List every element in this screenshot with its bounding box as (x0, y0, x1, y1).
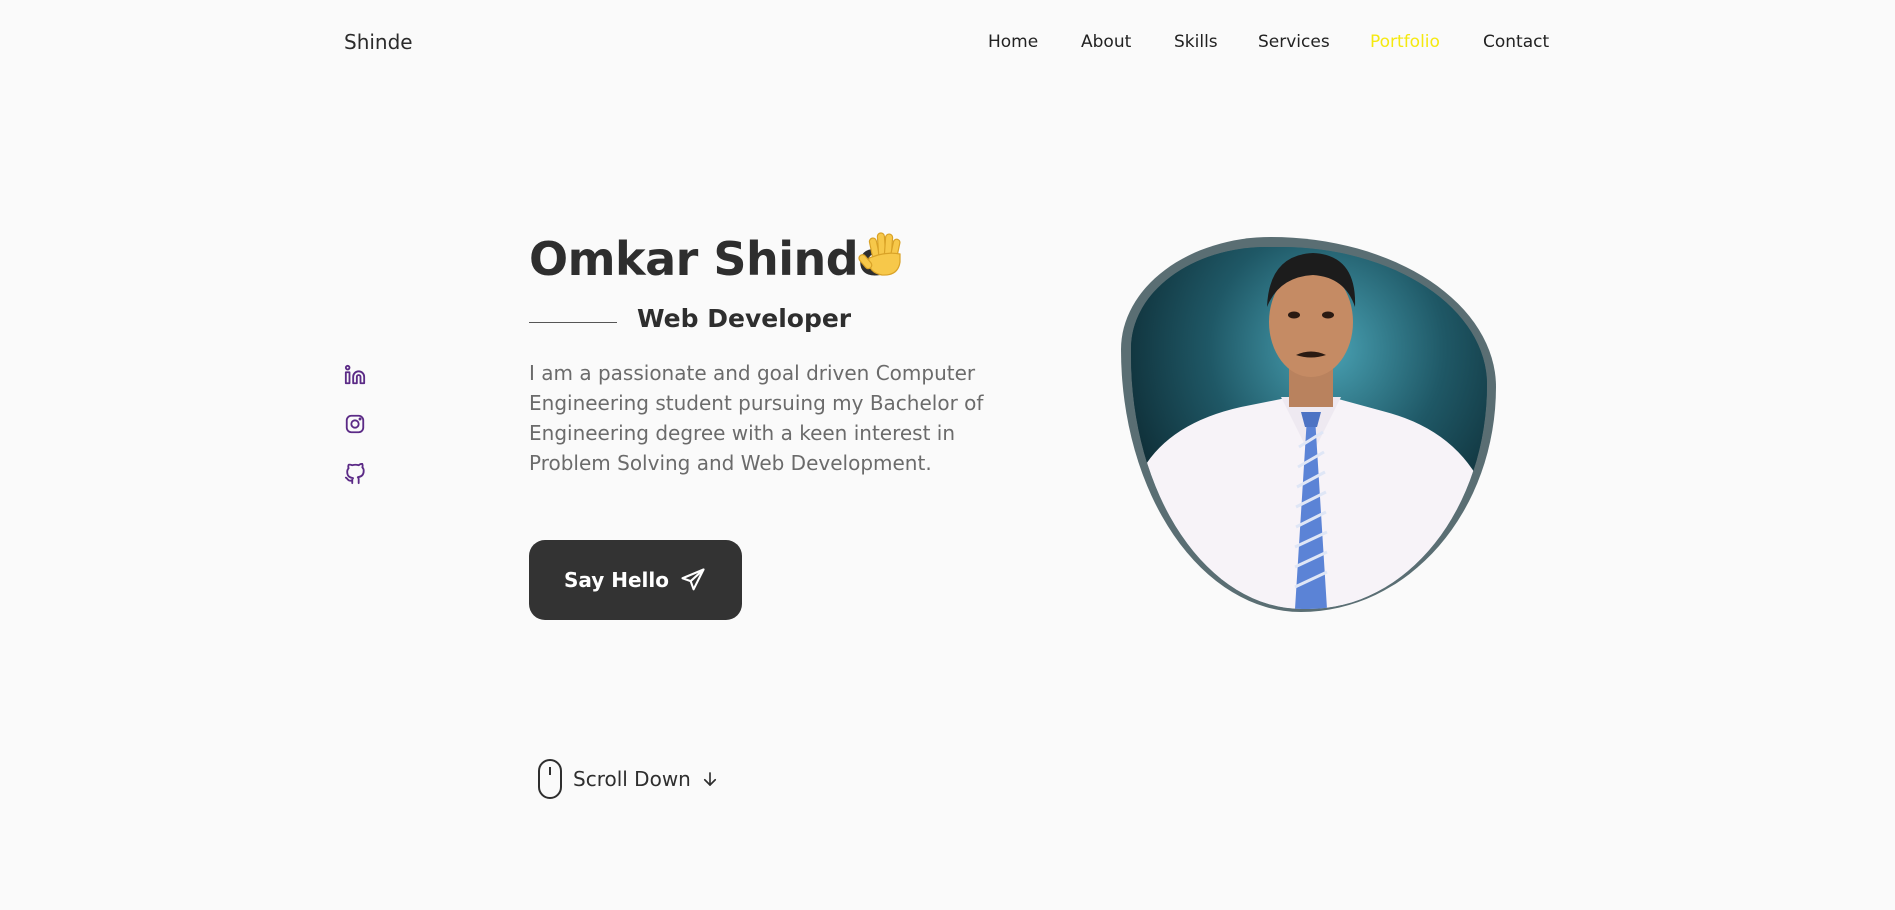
nav-contact[interactable]: Contact (1483, 32, 1549, 52)
hero-role: Web Developer (637, 304, 852, 333)
scroll-down-link[interactable]: Scroll Down (537, 759, 719, 799)
say-hello-button[interactable]: Say Hello (529, 540, 742, 620)
arrow-down-icon (703, 772, 716, 786)
nav-services[interactable]: Services (1258, 32, 1330, 52)
raised-hand-icon (858, 228, 910, 280)
nav-about[interactable]: About (1081, 32, 1131, 52)
main-nav: Home About Skills Services Portfolio Con… (0, 32, 1895, 56)
mouse-icon (538, 759, 562, 799)
nav-skills[interactable]: Skills (1174, 32, 1218, 52)
site-header: Shinde Home About Skills Services Portfo… (0, 0, 1895, 88)
hero-name: Omkar Shinde (529, 232, 889, 286)
linkedin-icon[interactable] (344, 364, 366, 386)
say-hello-label: Say Hello (563, 568, 670, 592)
paper-plane-icon (681, 568, 705, 591)
hero-description: I am a passionate and goal driven Comput… (529, 361, 984, 475)
scroll-down-label: Scroll Down (573, 767, 691, 791)
subtitle-divider (529, 322, 617, 323)
nav-home[interactable]: Home (988, 32, 1038, 52)
nav-portfolio[interactable]: Portfolio (1370, 32, 1440, 52)
instagram-icon[interactable] (344, 413, 366, 435)
profile-photo (1121, 237, 1496, 612)
profile-image (1131, 247, 1487, 609)
github-icon[interactable] (344, 463, 366, 485)
